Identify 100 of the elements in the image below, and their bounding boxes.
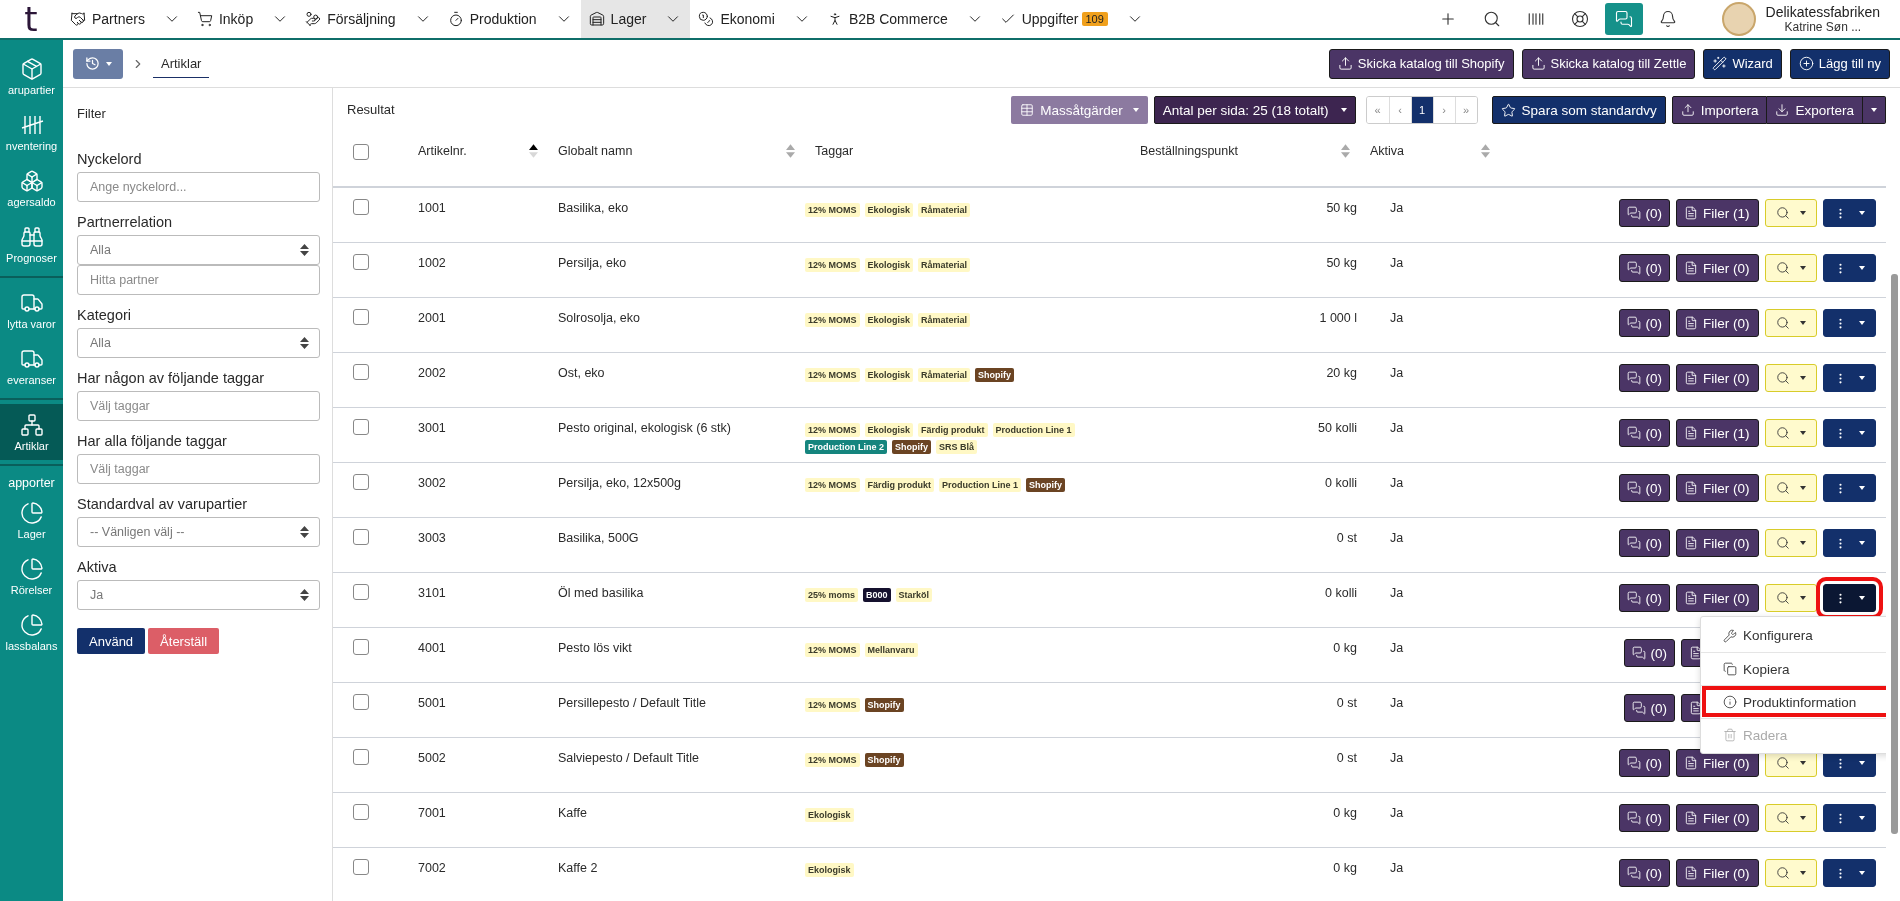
files-button[interactable]: Filer (0)	[1676, 804, 1759, 832]
input-field[interactable]: Hitta partner	[77, 265, 320, 295]
files-button[interactable]: Filer (1)	[1676, 199, 1759, 227]
header-button[interactable]: Skicka katalog till Shopify	[1328, 48, 1514, 79]
tag: SRS Blå	[936, 440, 978, 454]
table-cell-text: Pesto original, ekologisk (6 stk)	[557, 421, 732, 435]
files-button[interactable]: Filer (0)	[1676, 364, 1759, 392]
tag: Ekologisk	[864, 203, 914, 217]
select-field[interactable]: Alla	[77, 328, 320, 358]
menu-item[interactable]: Produktinformation	[1701, 685, 1886, 718]
nav-menu-item[interactable]: Lager	[580, 0, 691, 38]
sidebar-item[interactable]: everanser	[0, 338, 63, 394]
column-header: Aktiva	[1370, 144, 1405, 158]
tag: Ekologisk	[805, 863, 854, 877]
sidebar-item[interactable]: lytta varor	[0, 282, 63, 338]
table-cell-text: Ja	[1389, 366, 1405, 380]
comments-button[interactable]: (0)	[1618, 859, 1670, 887]
nav-menu-item[interactable]: Ekonomi	[690, 0, 819, 38]
comments-button[interactable]: (0)	[1618, 254, 1670, 282]
table-cell-text: 3002	[417, 476, 447, 490]
nav-label: Inköp	[218, 11, 254, 27]
comments-button[interactable]: (0)	[1618, 474, 1670, 502]
table-cell-text: Ja	[1389, 256, 1405, 270]
comments-button[interactable]: (0)	[1618, 199, 1670, 227]
tag: Färdig produkt	[918, 423, 988, 437]
sidebar-heading: apporter	[7, 475, 56, 492]
tag: Starköl	[895, 588, 933, 602]
comments-button[interactable]: (0)	[1618, 419, 1670, 447]
table-cell-text: 2002	[417, 366, 447, 380]
table-cell-text: 50 kg	[1325, 201, 1358, 215]
import-button[interactable]: Importera	[1671, 96, 1768, 124]
table-cell-text: Kaffe	[557, 806, 588, 820]
table-cell-text: Ja	[1389, 311, 1405, 325]
files-button[interactable]: Filer (0)	[1676, 309, 1759, 337]
sidebar-item[interactable]: Artiklar	[0, 404, 63, 460]
files-button[interactable]: Filer (1)	[1676, 419, 1759, 447]
sidebar-item[interactable]: agersaldo	[0, 160, 63, 216]
sidebar-item[interactable]: lassbalans	[0, 604, 63, 660]
save-view-button[interactable]: Spara som standardvy	[1491, 96, 1666, 124]
comments-button[interactable]: (0)	[1618, 804, 1670, 832]
table-cell-text: Ja	[1389, 476, 1405, 490]
page-button[interactable]: »	[1454, 97, 1477, 123]
nav-menu-item[interactable]: B2B Commerce	[818, 0, 992, 38]
select-field[interactable]: -- Vänligen välj --	[77, 517, 320, 547]
tag: 12% MOMS	[805, 313, 860, 327]
files-button[interactable]: Filer (0)	[1676, 529, 1759, 557]
input-field[interactable]: Välj taggar	[77, 454, 320, 484]
comments-button[interactable]: (0)	[1623, 694, 1675, 722]
nav-menu-item[interactable]: Uppgifter 109	[991, 0, 1152, 38]
sidebar-item[interactable]: Prognoser	[0, 216, 63, 272]
files-button[interactable]: Filer (0)	[1676, 254, 1759, 282]
tag: Råmaterial	[918, 203, 971, 217]
table-cell-text: 4001	[417, 641, 447, 655]
comments-button[interactable]: (0)	[1618, 529, 1670, 557]
tag: Råmaterial	[918, 313, 971, 327]
table-cell-text: 7001	[417, 806, 447, 820]
files-button[interactable]: Filer (0)	[1676, 474, 1759, 502]
comments-button[interactable]: (0)	[1623, 639, 1675, 667]
table-cell-text: Ja	[1389, 531, 1405, 545]
nav-menu-item[interactable]: Inköp	[188, 0, 298, 38]
apply-button[interactable]: Använd	[77, 628, 146, 654]
select-field[interactable]: Alla	[77, 235, 320, 265]
comments-button[interactable]: (0)	[1618, 584, 1670, 612]
nav-menu-item[interactable]: Produktion	[439, 0, 581, 38]
table-cell-text: Persilja, eko, 12x500g	[557, 476, 682, 490]
files-button[interactable]: Filer (0)	[1676, 584, 1759, 612]
header-button[interactable]: Wizard	[1703, 48, 1782, 79]
nav-label: Partners	[92, 11, 145, 27]
sidebar-item[interactable]: nventering	[0, 104, 63, 160]
nav-menu-item[interactable]: Försäljning	[297, 0, 440, 38]
count-badge: 109	[1081, 12, 1108, 26]
table-cell-text: 7002	[417, 861, 447, 875]
tag: 12% MOMS	[805, 368, 860, 382]
header-button[interactable]: Skicka katalog till Zettle	[1521, 48, 1696, 79]
reset-button[interactable]: Återställ	[148, 628, 220, 654]
comments-button[interactable]: (0)	[1618, 309, 1670, 337]
per-page-button[interactable]: Antal per sida: 25 (18 totalt)	[1153, 96, 1356, 124]
nav-menu-item[interactable]: Partners	[62, 0, 189, 38]
export-button[interactable]: Exportera	[1767, 96, 1863, 124]
input-field[interactable]: Ange nyckelord...	[77, 172, 320, 202]
table-cell-text: 5001	[417, 696, 447, 710]
tag: Ekologisk	[864, 258, 914, 272]
header-button[interactable]: Lägg till ny	[1789, 48, 1890, 79]
sidebar-item[interactable]: arupartier	[0, 48, 63, 104]
menu-item[interactable]: Konfigurera	[1701, 619, 1886, 652]
sidebar-item[interactable]: Rörelser	[0, 548, 63, 604]
input-field[interactable]: Välj taggar	[77, 391, 320, 421]
page-button[interactable]: 1	[1410, 97, 1433, 123]
breadcrumb-item[interactable]: Artiklar	[153, 49, 210, 78]
tag: B000	[863, 588, 891, 602]
files-button[interactable]: Filer (0)	[1676, 859, 1759, 887]
sidebar-item[interactable]: Lager	[0, 492, 63, 548]
comments-button[interactable]: (0)	[1618, 749, 1670, 777]
mass-actions-button[interactable]: Massåtgärder	[1011, 96, 1148, 124]
results-title: Resultat	[347, 102, 395, 117]
nav-label: Uppgifter	[1021, 11, 1079, 27]
comments-button[interactable]: (0)	[1618, 364, 1670, 392]
logo[interactable]: t	[0, 0, 62, 39]
select-field[interactable]: Ja	[77, 580, 320, 610]
tag: 12% MOMS	[805, 643, 860, 657]
